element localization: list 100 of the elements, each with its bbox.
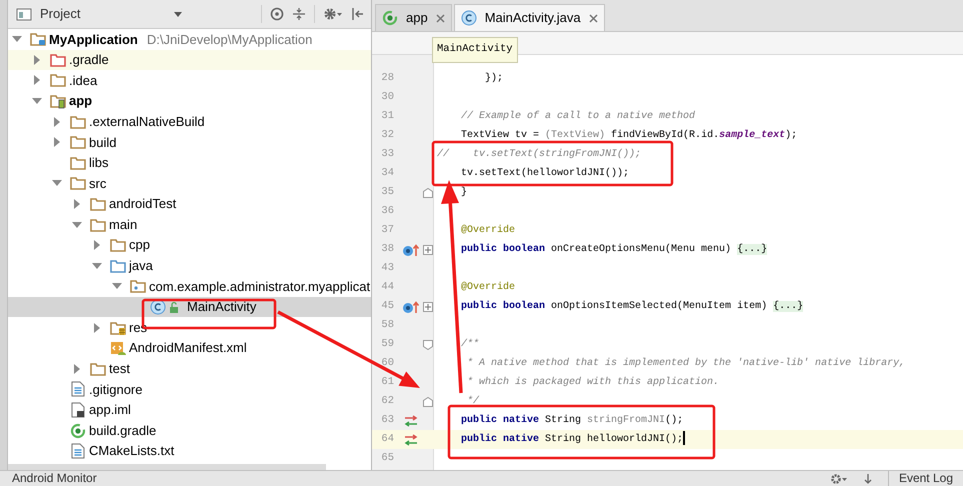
code-line: TextView tv = (TextView) findViewById(R.id.sample_text);	[460, 128, 798, 143]
code-line: * which is packaged with this application.	[466, 376, 720, 390]
file-icon	[70, 381, 86, 398]
fold-marker-icon[interactable]	[423, 396, 433, 406]
project-view-icon	[16, 6, 32, 22]
folder-icon	[110, 320, 126, 336]
settings-icon[interactable]	[323, 7, 343, 21]
project-path: D:\JniDevelop\MyApplication	[146, 30, 312, 49]
tree-item[interactable]: test	[8, 358, 371, 380]
code-line: * A native method that is implemented by the 'native-lib' native library,	[466, 356, 906, 371]
collapse-all-icon[interactable]	[292, 7, 306, 21]
settings-icon[interactable]	[830, 472, 848, 484]
code-line: public native String helloworldJNI();	[434, 430, 686, 449]
code-line: // Example of a call to a native method	[460, 110, 696, 124]
code-line: */	[466, 394, 480, 409]
folder-icon	[30, 31, 46, 48]
line-number: 45	[380, 299, 395, 314]
tree-item[interactable]: com.example.administrator.myapplicat	[8, 276, 371, 297]
folder-icon	[110, 237, 126, 254]
line-number: 43	[380, 261, 395, 276]
class-icon	[460, 10, 477, 26]
file-icon	[70, 443, 86, 460]
close-icon[interactable]	[436, 14, 445, 22]
line-number: 58	[380, 318, 395, 333]
tree-item[interactable]: CMakeLists.txt	[8, 440, 371, 462]
tree-item[interactable]: app.iml	[8, 400, 371, 420]
line-number: 63	[380, 413, 395, 428]
tree-item[interactable]: app	[8, 90, 371, 112]
line-number: 60	[380, 356, 395, 371]
code-line: });	[484, 72, 504, 86]
tree-item[interactable]: java	[8, 256, 371, 276]
line-number: 28	[380, 71, 395, 86]
expand-fold-icon[interactable]	[423, 244, 433, 254]
fold-marker-icon[interactable]	[423, 188, 433, 198]
breadcrumb-tooltip: MainActivity	[432, 37, 518, 63]
tree-item[interactable]: MainActivity	[8, 296, 371, 318]
panel-title: Project	[40, 5, 80, 24]
line-number: 33	[380, 147, 395, 162]
tree-item[interactable]: .gitignore	[8, 379, 371, 400]
class-icon	[150, 299, 166, 316]
file-icon	[70, 402, 86, 418]
expand-fold-icon[interactable]	[423, 302, 433, 312]
line-number: 34	[380, 166, 395, 181]
hide-panel-icon[interactable]	[351, 7, 365, 21]
tree-item[interactable]: androidTest	[8, 194, 371, 214]
folder-icon	[70, 114, 86, 130]
tree-item[interactable]: main	[8, 214, 371, 235]
gradle-icon	[70, 422, 86, 439]
target-icon[interactable]	[270, 7, 284, 21]
line-number: 59	[380, 337, 395, 352]
tree-item[interactable]: src	[8, 173, 371, 194]
download-icon[interactable]	[864, 472, 872, 484]
code-line: tv.setText(helloworldJNI());	[460, 166, 630, 181]
tree-item[interactable]: .gradle	[8, 50, 371, 70]
folder-icon	[50, 52, 66, 68]
scrollbar[interactable]	[8, 464, 326, 470]
code-line: @Override	[460, 280, 516, 295]
override-icon[interactable]	[402, 242, 420, 256]
code-line: @Override	[460, 224, 516, 238]
line-number: 44	[380, 280, 395, 295]
tree-item[interactable]: MyApplication D:\JniDevelop\MyApplication	[8, 29, 371, 50]
close-icon[interactable]	[588, 14, 598, 22]
code-line: public boolean onCreateOptionsMenu(Menu menu) {...}	[460, 242, 768, 257]
tree-item[interactable]: cpp	[8, 234, 371, 256]
tool-window-button[interactable]: Event Log	[888, 471, 963, 486]
code-line: public native String stringFromJNI();	[460, 414, 684, 428]
line-number: 65	[380, 451, 395, 466]
tree-item[interactable]: .externalNativeBuild	[8, 111, 371, 132]
line-number: 61	[380, 375, 395, 390]
line-number: 31	[380, 109, 395, 124]
editor-tab[interactable]: app	[375, 4, 452, 31]
line-number: 32	[380, 128, 395, 143]
line-number: 35	[380, 185, 395, 200]
line-number: 37	[380, 223, 395, 238]
line-number: 36	[380, 204, 395, 219]
native-link-icon[interactable]	[403, 434, 419, 446]
editor-tab[interactable]: MainActivity.java	[454, 4, 605, 31]
folder-icon	[90, 196, 106, 212]
folder-icon	[70, 154, 86, 171]
fold-marker-icon[interactable]	[423, 340, 433, 350]
dropdown-caret-icon[interactable]	[173, 10, 183, 18]
tree-item[interactable]: build.gradle	[8, 420, 371, 441]
native-link-icon[interactable]	[403, 414, 419, 426]
folder-icon	[90, 216, 106, 233]
code-line: /**	[460, 338, 480, 352]
folder-icon	[130, 278, 146, 294]
tree-item[interactable]: build	[8, 132, 371, 153]
folder-icon	[90, 360, 106, 377]
tree-item[interactable]: libs	[8, 152, 371, 174]
line-number: 30	[380, 90, 395, 105]
line-number: 38	[380, 242, 395, 257]
tree-item[interactable]: AndroidManifest.xml	[8, 338, 371, 358]
code-line: public boolean onOptionsItemSelected(MenuItem item) {...}	[460, 300, 804, 314]
tree-item[interactable]: .idea	[8, 70, 371, 91]
lock-icon	[169, 301, 179, 314]
override-icon[interactable]	[402, 300, 420, 314]
gradle-icon	[382, 10, 398, 26]
line-number: 64	[380, 432, 395, 447]
folder-icon	[50, 72, 66, 88]
line-number: 62	[380, 394, 395, 409]
